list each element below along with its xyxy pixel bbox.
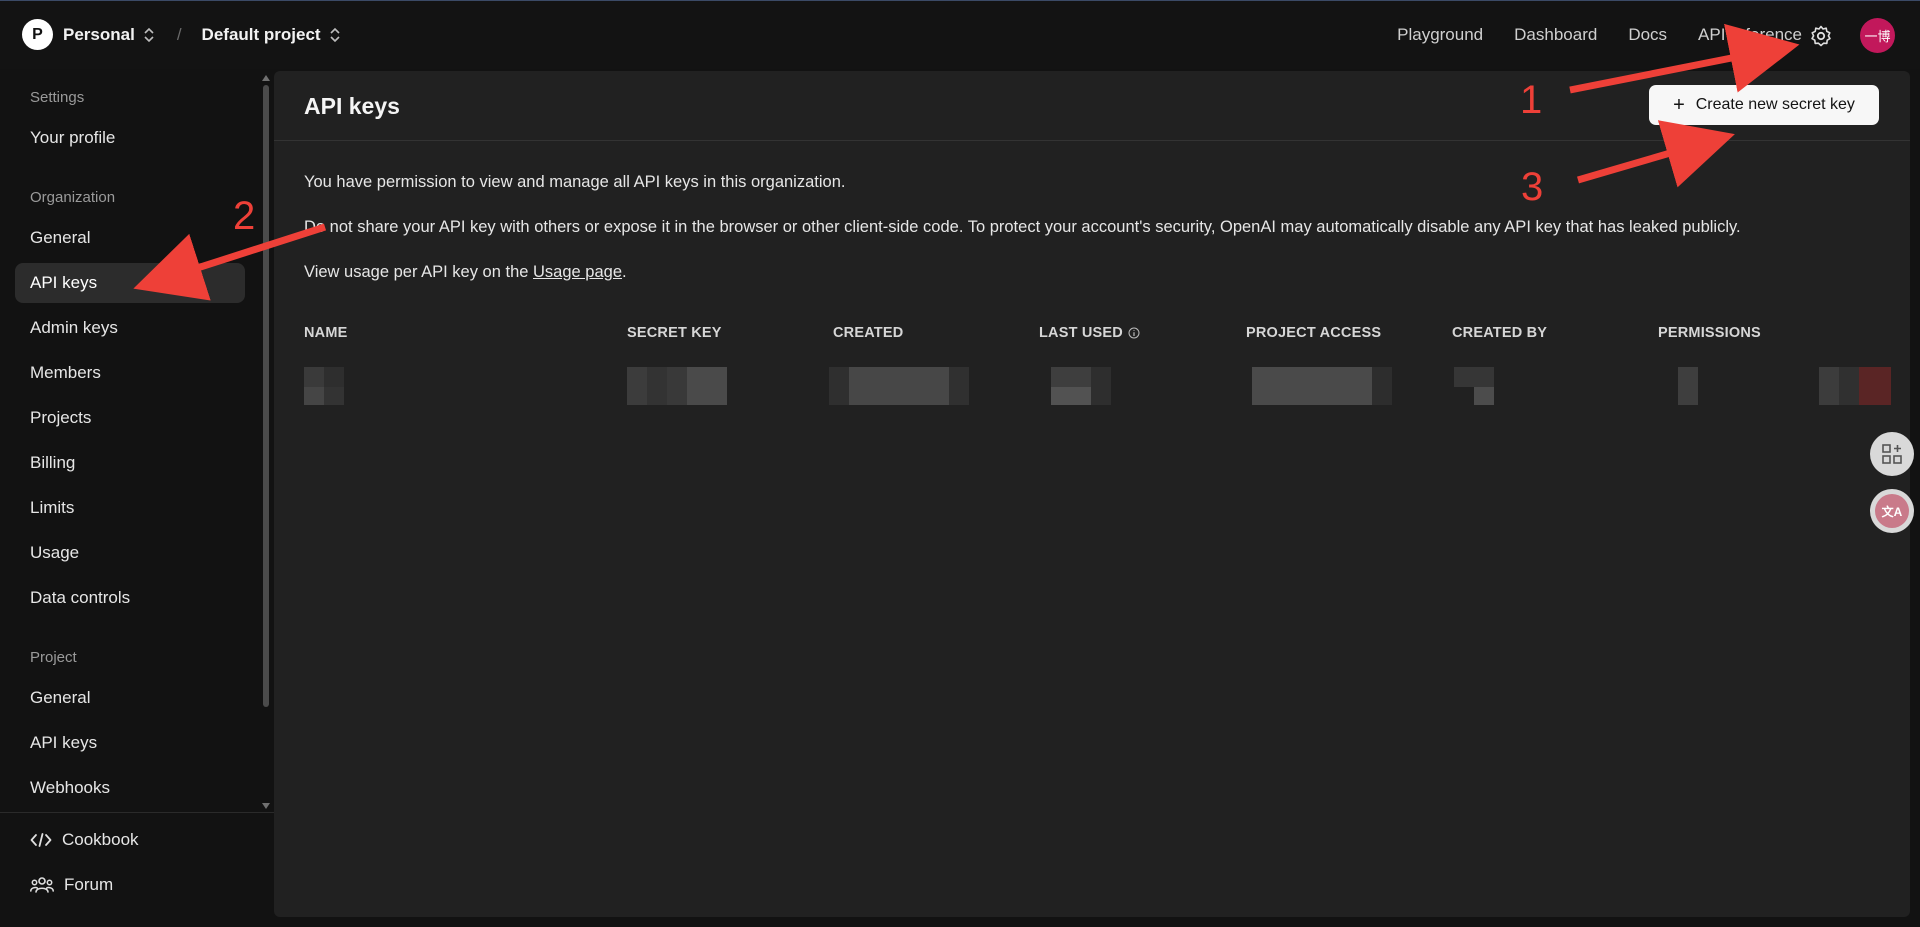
header-divider (274, 140, 1910, 141)
sidebar-heading-project: Project (30, 649, 77, 666)
redacted-created-cell (829, 367, 969, 405)
redacted-project-access-cell (1252, 367, 1392, 405)
cookbook-label: Cookbook (62, 830, 139, 849)
chevron-updown-icon[interactable] (329, 26, 341, 44)
sidebar-item-org-general[interactable]: General (15, 218, 245, 258)
sidebar-item-your-profile[interactable]: Your profile (15, 118, 245, 158)
scrollbar-thumb[interactable] (263, 85, 269, 707)
sidebar-item-project-general[interactable]: General (15, 678, 245, 718)
main-panel: API keys + Create new secret key You hav… (274, 71, 1910, 917)
nav-docs[interactable]: Docs (1628, 25, 1667, 45)
sidebar-item-project-api-keys[interactable]: API keys (15, 723, 245, 763)
org-switcher[interactable]: Personal (63, 25, 135, 45)
sidebar-item-projects[interactable]: Projects (15, 398, 245, 438)
annotation-label-1: 1 (1520, 78, 1543, 122)
security-warning-text: Do not share your API key with others or… (304, 218, 1741, 236)
sidebar-heading-organization: Organization (30, 189, 116, 206)
chevron-updown-icon[interactable] (143, 26, 155, 44)
nav-playground[interactable]: Playground (1397, 25, 1483, 45)
create-button-label: Create new secret key (1695, 96, 1855, 113)
column-header-created-by: CREATED BY (1452, 325, 1548, 341)
sidebar-item-usage[interactable]: Usage (15, 533, 245, 573)
scroll-up-arrow-icon[interactable] (262, 75, 270, 81)
sidebar-item-billing[interactable]: Billing (15, 443, 245, 483)
scroll-down-arrow-icon[interactable] (262, 803, 270, 809)
breadcrumb: P Personal / Default project (22, 19, 341, 50)
redacted-created-by-cell (1454, 367, 1494, 405)
nav-api-reference[interactable]: API reference (1698, 25, 1802, 45)
people-icon (30, 877, 54, 893)
usage-note-suffix: . (622, 263, 627, 281)
sidebar-divider (0, 812, 274, 813)
sidebar-item-admin-keys[interactable]: Admin keys (15, 308, 245, 348)
top-nav: Playground Dashboard Docs API reference (1397, 25, 1802, 45)
code-icon (30, 833, 52, 847)
sidebar-scrollbar[interactable] (262, 75, 270, 809)
column-header-created: CREATED (833, 325, 904, 341)
nav-dashboard[interactable]: Dashboard (1514, 25, 1597, 45)
sidebar-scroll-area: Settings Your profile Organization Gener… (0, 69, 262, 813)
sidebar-item-webhooks[interactable]: Webhooks (15, 768, 245, 808)
usage-note: View usage per API key on the Usage page… (304, 263, 627, 282)
redacted-row-actions[interactable] (1819, 367, 1891, 405)
column-header-secret-key: SECRET KEY (627, 325, 722, 341)
forum-label: Forum (64, 875, 114, 894)
sidebar-item-members[interactable]: Members (15, 353, 245, 393)
settings-gear-icon[interactable] (1806, 21, 1836, 51)
permission-text: You have permission to view and manage a… (304, 173, 846, 191)
column-header-name: NAME (304, 325, 348, 341)
column-header-last-used: LAST USED (1039, 325, 1140, 341)
org-avatar[interactable]: P (22, 19, 53, 50)
annotation-label-2: 2 (233, 194, 256, 238)
sidebar-heading-settings: Settings (30, 89, 85, 106)
plus-icon: + (1673, 94, 1685, 116)
column-header-permissions: PERMISSIONS (1658, 325, 1761, 341)
redacted-permissions-cell (1678, 367, 1698, 405)
sidebar-link-forum[interactable]: Forum (30, 875, 113, 895)
redacted-name-cell (304, 367, 344, 405)
redacted-secret-key-cell (627, 367, 727, 405)
sidebar-link-cookbook[interactable]: Cookbook (30, 830, 139, 850)
annotation-label-3: 3 (1521, 165, 1544, 209)
redacted-last-used-cell (1051, 367, 1111, 405)
sidebar-item-data-controls[interactable]: Data controls (15, 578, 245, 618)
info-icon[interactable] (1128, 327, 1140, 339)
page-title: API keys (304, 93, 400, 119)
column-header-project-access: PROJECT ACCESS (1246, 325, 1382, 341)
breadcrumb-separator: / (176, 24, 182, 44)
sidebar-item-limits[interactable]: Limits (15, 488, 245, 528)
create-new-secret-key-button[interactable]: + Create new secret key (1649, 85, 1879, 125)
user-avatar[interactable]: 一博 (1860, 18, 1895, 53)
usage-page-link[interactable]: Usage page (533, 263, 622, 281)
last-used-label: LAST USED (1039, 325, 1123, 341)
top-bar: P Personal / Default project Playground … (0, 0, 1920, 69)
sidebar-item-org-api-keys[interactable]: API keys (15, 263, 245, 303)
project-switcher[interactable]: Default project (202, 25, 321, 45)
translate-icon[interactable]: 文A (1870, 489, 1914, 533)
usage-note-prefix: View usage per API key on the (304, 263, 534, 281)
apps-grid-icon[interactable] (1870, 432, 1914, 476)
